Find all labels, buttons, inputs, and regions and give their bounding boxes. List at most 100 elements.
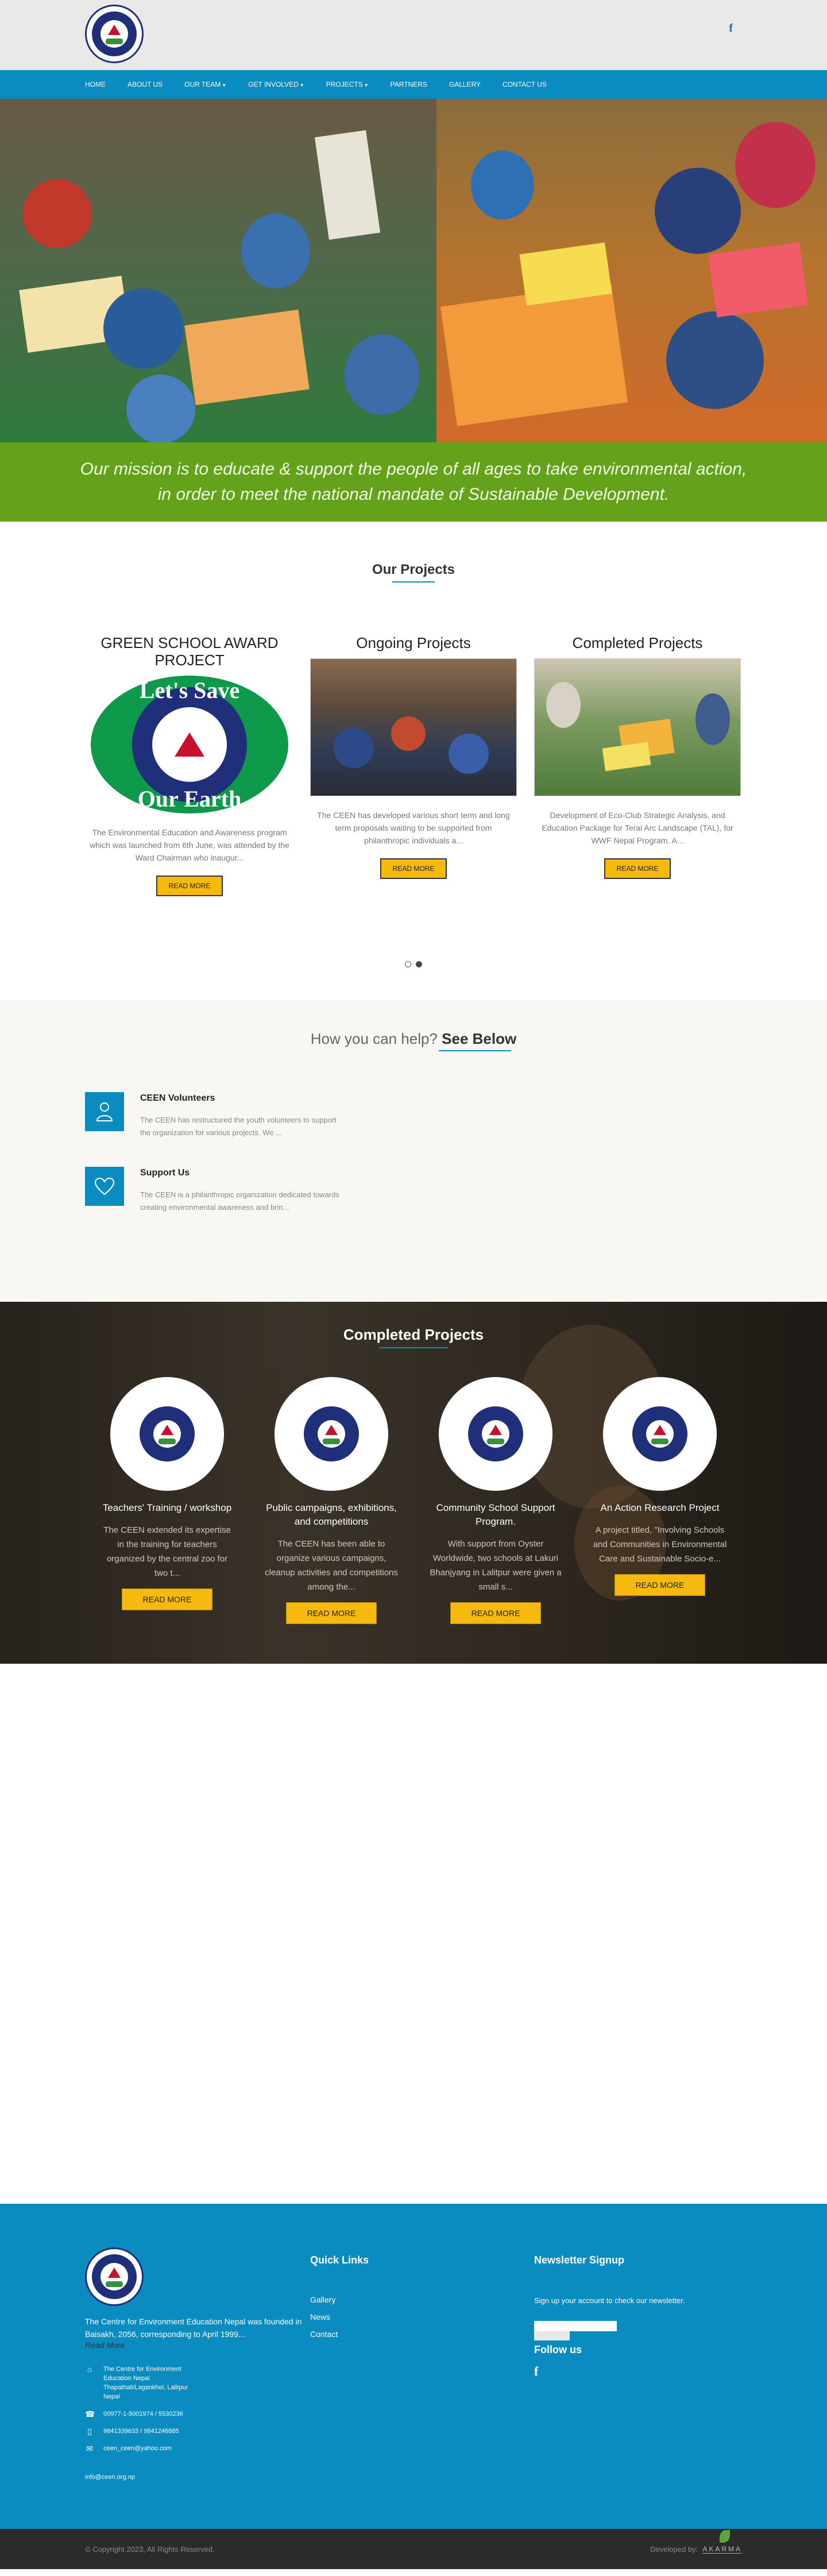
completed-projects-row: Teachers' Training / workshop The CEEN e… [0, 1377, 827, 1624]
nav-involved[interactable]: GET INVOLVED ▼ [248, 80, 314, 88]
nav-about[interactable]: ABOUT US [127, 80, 172, 88]
footer-phone-text: 00977-1-5001974 / 5530236 [103, 2411, 183, 2417]
section-title: Completed Projects [343, 1326, 484, 1343]
nav-contact[interactable]: CONTACT US [503, 80, 556, 88]
completed-project-card: Community School Support Program. With s… [428, 1377, 563, 1624]
help-title: How you can help? See Below [0, 1030, 827, 1048]
completed-project-title: Community School Support Program. [436, 1502, 555, 1527]
developer-credit: Developed by: AKARMA [650, 2530, 742, 2554]
footer-address-text: The Centre for Environment Education Nep… [103, 2366, 188, 2400]
read-more-button[interactable]: READ MORE [380, 858, 447, 879]
read-more-button[interactable]: READ MORE [450, 1602, 542, 1624]
main-nav: HOME ABOUT US OUR TEAM ▼ GET INVOLVED ▼ PR… [0, 70, 827, 99]
footer-phone: ☎ 00977-1-5001974 / 5530236 [85, 2409, 303, 2419]
completed-project-desc: The CEEN has been able to organize vario… [265, 1539, 398, 1592]
read-more-button[interactable]: READ MORE [614, 1574, 706, 1596]
completed-project-title: Teachers' Training / workshop [102, 1502, 232, 1513]
completed-project-desc: The CEEN extended its expertise in the t… [103, 1525, 231, 1578]
footer-logo[interactable] [85, 2247, 144, 2306]
footer-about-column: The Centre for Environment Education Nep… [85, 2247, 303, 2453]
nav-partners[interactable]: PARTNERS [391, 80, 436, 88]
project-logo [603, 1377, 717, 1491]
title-underline [392, 581, 435, 583]
empty-space [0, 1664, 827, 2204]
newsletter-submit-button[interactable] [534, 2331, 570, 2340]
developed-by-label: Developed by: [650, 2545, 698, 2554]
award-badge-top-text: Let's Save [139, 677, 240, 703]
nav-gallery[interactable]: GALLERY [449, 80, 490, 88]
carousel-dot-2[interactable] [416, 961, 422, 967]
footer-email-alt: ✉ ceen_ceen@yahoo.com [85, 2444, 303, 2453]
facebook-icon[interactable]: f [534, 2364, 706, 2379]
read-more-button[interactable]: READ MORE [156, 876, 223, 896]
facebook-icon[interactable]: f [729, 22, 733, 35]
nav-projects-label: PROJECTS [326, 80, 363, 88]
caret-down-icon: ▼ [222, 83, 227, 88]
footer-link-news[interactable]: News [310, 2312, 369, 2322]
title-underline [439, 1050, 511, 1051]
mission-banner: Our mission is to educate & support the … [0, 442, 827, 522]
help-item-title: CEEN Volunteers [140, 1093, 215, 1103]
completed-project-desc: With support from Oyster Worldwide, two … [430, 1539, 562, 1592]
footer-link-gallery[interactable]: Gallery [310, 2295, 369, 2304]
completed-project-card: An Action Research Project A project tit… [592, 1377, 728, 1624]
footer: The Centre for Environment Education Nep… [0, 2204, 827, 2529]
help-title-strong: See Below [442, 1030, 517, 1047]
read-more-button[interactable]: READ MORE [285, 1602, 377, 1624]
help-item-support[interactable]: Support Us The CEEN is a philanthropic o… [85, 1167, 341, 1214]
carousel-dots [0, 961, 827, 967]
mobile-icon: ▯ [87, 2427, 92, 2436]
read-more-button[interactable]: READ MORE [604, 858, 671, 879]
project-card: GREEN SCHOOL AWARD PROJECT Let's Save Ou… [86, 634, 293, 896]
nav-projects[interactable]: PROJECTS ▼ [326, 80, 378, 88]
help-item-desc: The CEEN has restructured the youth volu… [140, 1116, 337, 1137]
nav-team-label: OUR TEAM [184, 80, 221, 88]
header: f [0, 0, 827, 70]
footer-read-more-link[interactable]: Read More [85, 2340, 125, 2350]
help-item-volunteers[interactable]: CEEN Volunteers The CEEN has restructure… [85, 1092, 341, 1139]
user-icon [85, 1092, 124, 1131]
footer-link-contact[interactable]: Contact [310, 2330, 369, 2339]
developer-logo[interactable]: AKARMA [702, 2530, 742, 2554]
copyright-text: © Copyright 2023, All Rights Reserved. [85, 2545, 215, 2554]
footer-address: ⌂ The Centre for Environment Education N… [85, 2365, 303, 2401]
bottom-bar: © Copyright 2023, All Rights Reserved. D… [0, 2529, 827, 2569]
completed-project-title: Public campaigns, exhibitions, and compe… [266, 1502, 397, 1527]
footer-quick-links: Quick Links Gallery News Contact [310, 2254, 369, 2339]
help-item-desc: The CEEN is a philanthropic organization… [140, 1190, 339, 1212]
footer-email[interactable]: info@ceen.org.np [85, 2474, 135, 2481]
help-item-title: Support Us [140, 1168, 190, 1178]
footer-about-text: The Centre for Environment Education Nep… [85, 2317, 302, 2339]
help-section: How you can help? See Below CEEN Volunte… [0, 1000, 827, 1302]
hero-banner [0, 99, 827, 442]
newsletter-email-input[interactable] [534, 2321, 617, 2331]
hero-photo-left [0, 99, 436, 442]
caret-down-icon: ▼ [299, 83, 304, 88]
project-image [534, 658, 741, 796]
project-card: Completed Projects Development of Eco-Cl… [534, 634, 741, 896]
footer-newsletter: Newsletter Signup Sign up your account t… [534, 2254, 706, 2379]
award-badge-bottom-text: Our Earth [137, 786, 242, 812]
project-title: GREEN SCHOOL AWARD PROJECT [101, 634, 279, 669]
project-logo [439, 1377, 552, 1491]
project-card: Ongoing Projects The CEEN has developed … [310, 634, 517, 896]
mission-line-1: Our mission is to educate & support the … [80, 460, 747, 479]
footer-mobile: ▯ 9841339633 / 9841246885 [85, 2427, 303, 2436]
read-more-button[interactable]: READ MORE [121, 1588, 213, 1610]
newsletter-text: Sign up your account to check our newsle… [534, 2296, 685, 2305]
project-description: Development of Eco-Club Strategic Analys… [542, 811, 733, 845]
follow-us-title: Follow us [534, 2344, 582, 2355]
footer-email-alt-text[interactable]: ceen_ceen@yahoo.com [103, 2444, 172, 2453]
footer-mobile-text: 9841339633 / 9841246885 [103, 2428, 179, 2435]
section-title: Our Projects [372, 562, 455, 577]
nav-involved-label: GET INVOLVED [248, 80, 299, 88]
nav-team[interactable]: OUR TEAM ▼ [184, 80, 235, 88]
carousel-dot-1[interactable] [405, 961, 411, 967]
title-underline [379, 1347, 448, 1348]
site-logo[interactable] [85, 5, 144, 63]
heart-icon [85, 1167, 124, 1206]
nav-home[interactable]: HOME [85, 80, 115, 88]
green-school-award-image: Let's Save Our Earth [91, 676, 288, 813]
newsletter-title: Newsletter Signup [534, 2254, 625, 2266]
project-description: The Environmental Education and Awarenes… [90, 828, 289, 862]
